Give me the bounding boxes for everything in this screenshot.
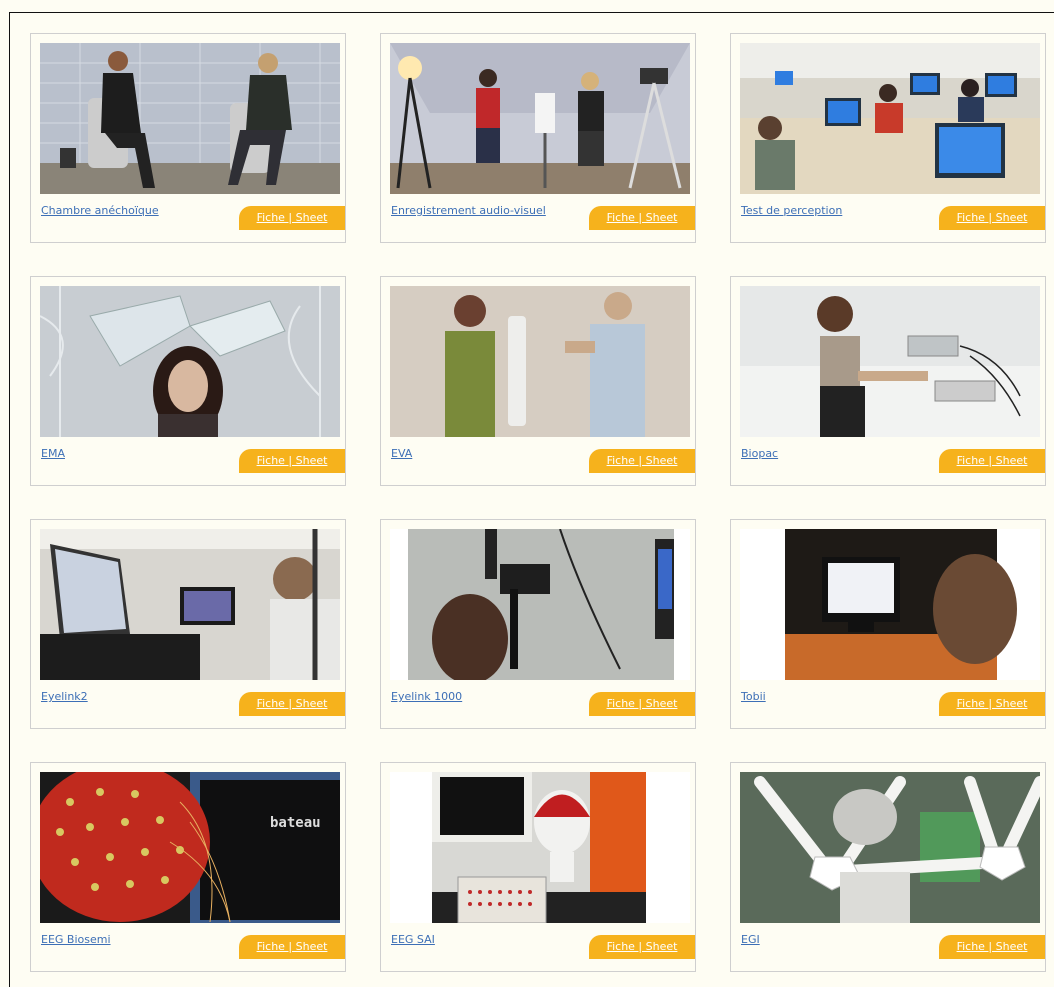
perception-test-photo	[740, 43, 1040, 194]
lab-card-enregistrement: Enregistrement audio-visuel Fiche | Shee…	[380, 33, 696, 243]
lab-name-link[interactable]: Test de perception	[741, 204, 842, 217]
biopac-photo	[740, 286, 1040, 437]
eeg-biosemi-photo: bateau	[40, 772, 340, 923]
photo-eeg-biosemi[interactable]: bateau	[40, 772, 340, 923]
photo-ema[interactable]	[40, 286, 340, 437]
fiche-sheet-button[interactable]: Fiche | Sheet	[939, 935, 1045, 959]
lab-card-eyelink2: Eyelink2 Fiche | Sheet	[30, 519, 346, 729]
lab-name-link[interactable]: Eyelink 1000	[391, 690, 462, 703]
photo-tobii[interactable]	[740, 529, 1040, 680]
fiche-sheet-button[interactable]: Fiche | Sheet	[239, 935, 345, 959]
lab-name-link[interactable]: Biopac	[741, 447, 778, 460]
ema-photo	[40, 286, 340, 437]
audio-visual-recording-photo	[390, 43, 690, 194]
lab-name-link[interactable]: EVA	[391, 447, 412, 460]
fiche-sheet-button[interactable]: Fiche | Sheet	[939, 206, 1045, 230]
fiche-sheet-button[interactable]: Fiche | Sheet	[939, 692, 1045, 716]
fiche-sheet-button[interactable]: Fiche | Sheet	[939, 449, 1045, 473]
tobii-photo	[740, 529, 1040, 680]
fiche-sheet-button[interactable]: Fiche | Sheet	[239, 449, 345, 473]
lab-card-eeg-sai: EEG SAI Fiche | Sheet	[380, 762, 696, 972]
photo-eva[interactable]	[390, 286, 690, 437]
lab-card-egi: EGI Fiche | Sheet	[730, 762, 1046, 972]
screen-word: bateau	[270, 815, 321, 831]
eva-photo	[390, 286, 690, 437]
lab-name-link[interactable]: Chambre anéchoïque	[41, 204, 159, 217]
photo-chambre-anechoique[interactable]	[40, 43, 340, 194]
photo-biopac[interactable]	[740, 286, 1040, 437]
lab-name-link[interactable]: Enregistrement audio-visuel	[391, 204, 546, 217]
photo-eeg-sai[interactable]	[390, 772, 690, 923]
lab-name-link[interactable]: Eyelink2	[41, 690, 88, 703]
lab-card-tobii: Tobii Fiche | Sheet	[730, 519, 1046, 729]
lab-name-link[interactable]: EEG SAI	[391, 933, 435, 946]
eeg-sai-photo	[390, 772, 690, 923]
lab-name-link[interactable]: EMA	[41, 447, 65, 460]
photo-eyelink2[interactable]	[40, 529, 340, 680]
lab-name-link[interactable]: EGI	[741, 933, 760, 946]
photo-enregistrement[interactable]	[390, 43, 690, 194]
lab-card-eyelink1000: Eyelink 1000 Fiche | Sheet	[380, 519, 696, 729]
fiche-sheet-button[interactable]: Fiche | Sheet	[589, 692, 695, 716]
lab-card-biopac: Biopac Fiche | Sheet	[730, 276, 1046, 486]
lab-card-eeg-biosemi: bateau EEG Biosemi Fiche | Sheet	[30, 762, 346, 972]
lab-card-eva: EVA Fiche | Sheet	[380, 276, 696, 486]
photo-egi[interactable]	[740, 772, 1040, 923]
lab-name-link[interactable]: EEG Biosemi	[41, 933, 111, 946]
lab-name-link[interactable]: Tobii	[741, 690, 766, 703]
page-frame: Chambre anéchoïque Fiche | Sheet Enregis…	[9, 12, 1054, 987]
anechoic-chamber-photo	[40, 43, 340, 194]
fiche-sheet-button[interactable]: Fiche | Sheet	[589, 935, 695, 959]
photo-eyelink1000[interactable]	[390, 529, 690, 680]
fiche-sheet-button[interactable]: Fiche | Sheet	[589, 206, 695, 230]
eyelink2-photo	[40, 529, 340, 680]
egi-photo	[740, 772, 1040, 923]
lab-card-chambre-anechoique: Chambre anéchoïque Fiche | Sheet	[30, 33, 346, 243]
lab-card-test-perception: Test de perception Fiche | Sheet	[730, 33, 1046, 243]
fiche-sheet-button[interactable]: Fiche | Sheet	[589, 449, 695, 473]
photo-test-perception[interactable]	[740, 43, 1040, 194]
fiche-sheet-button[interactable]: Fiche | Sheet	[239, 206, 345, 230]
fiche-sheet-button[interactable]: Fiche | Sheet	[239, 692, 345, 716]
lab-card-ema: EMA Fiche | Sheet	[30, 276, 346, 486]
eyelink1000-photo	[390, 529, 690, 680]
